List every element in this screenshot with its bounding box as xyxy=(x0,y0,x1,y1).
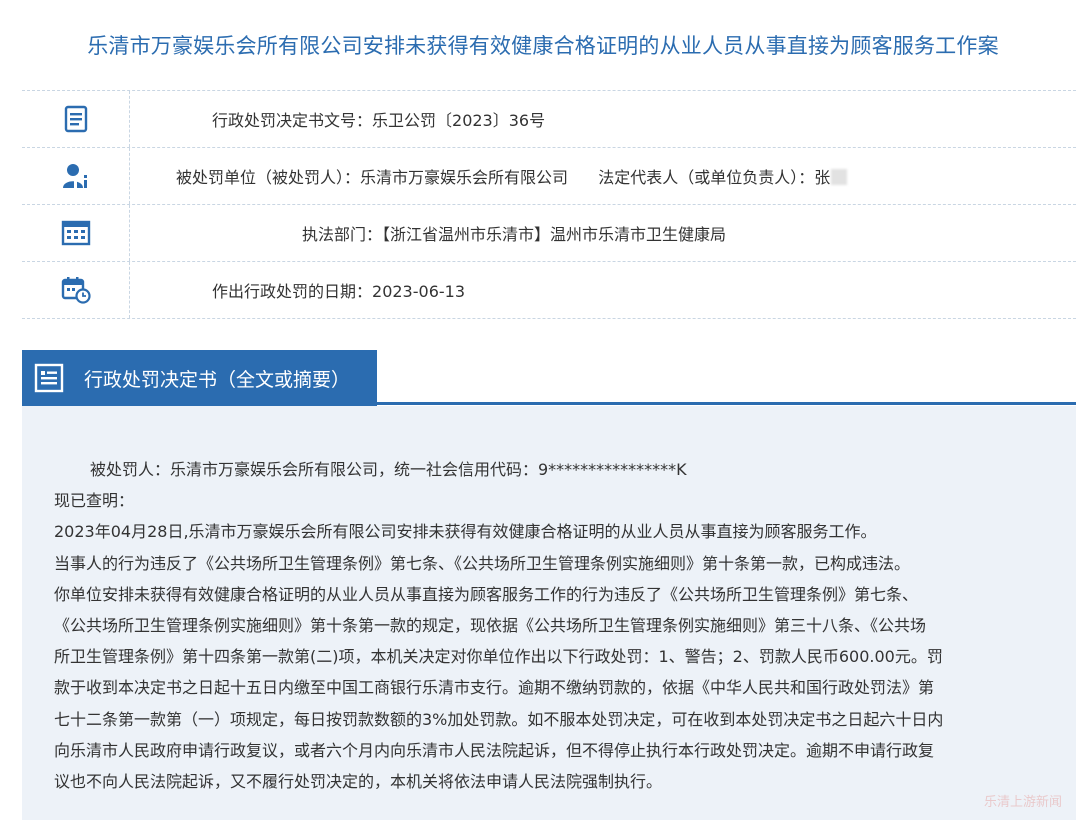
document-icon xyxy=(34,363,78,393)
content-para-line: 向乐清市人民政府申请行政复议，或者六个月内向乐清市人民法院起诉，但不得停止执行本… xyxy=(54,740,935,760)
legal-rep-label: 法定代表人（或单位负责人）： xyxy=(598,168,815,187)
info-row-punished-party: 被处罚单位（被处罚人）：乐清市万豪娱乐会所有限公司 法定代表人（或单位负责人）：… xyxy=(22,148,1076,205)
punished-party-value: 乐清市万豪娱乐会所有限公司 xyxy=(360,168,569,187)
section-tab: 行政处罚决定书（全文或摘要） xyxy=(22,350,377,406)
section-title: 行政处罚决定书（全文或摘要） xyxy=(84,368,351,391)
person-icon xyxy=(22,148,130,204)
content-para-line: 议也不向人民法院起诉，又不履行处罚决定的，本机关将依法申请人民法院强制执行。 xyxy=(54,772,663,792)
doc-number-label: 行政处罚决定书文号： xyxy=(212,111,373,130)
content-para-line: 《公共场所卫生管理条例实施细则》第十条第一款的规定，现依据《公共场所卫生管理条例… xyxy=(54,616,927,636)
info-row-department: 执法部门：【浙江省温州市乐清市】温州市乐清市卫生健康局 xyxy=(22,205,1076,262)
content-para-line: 款于收到本决定书之日起十五日内缴至中国工商银行乐清市支行。逾期不缴纳罚款的，依据… xyxy=(54,678,935,698)
info-row-date: 作出行政处罚的日期：2023-06-13 xyxy=(22,262,1076,319)
legal-rep-value: 张 xyxy=(814,168,831,187)
department-value: 【浙江省温州市乐清市】温州市乐清市卫生健康局 xyxy=(382,225,727,244)
content-para-line: 七十二条第一款第（一）项规定，每日按罚款数额的3%加处罚款。如不服本处罚决定，可… xyxy=(54,709,944,729)
section-header: 行政处罚决定书（全文或摘要） xyxy=(22,350,1076,406)
content-line-fact: 2023年04月28日,乐清市万豪娱乐会所有限公司安排未获得有效健康合格证明的从… xyxy=(54,522,877,542)
date-value: 2023-06-13 xyxy=(372,282,465,301)
content-line-party: 被处罚人：乐清市万豪娱乐会所有限公司，统一社会信用代码：9***********… xyxy=(90,460,687,479)
content-para-line: 所卫生管理条例》第十四条第一款第(二)项，本机关决定对你单位作出以下行政处罚：1… xyxy=(54,647,943,667)
building-icon xyxy=(22,205,130,261)
case-title: 乐清市万豪娱乐会所有限公司安排未获得有效健康合格证明的从业人员从事直接为顾客服务… xyxy=(87,34,999,58)
doc-number-value: 乐卫公罚〔2023〕36号 xyxy=(372,111,546,130)
info-row-doc-number: 行政处罚决定书文号：乐卫公罚〔2023〕36号 xyxy=(22,90,1076,148)
watermark: 乐清上游新闻 xyxy=(983,794,1062,810)
redaction-mark xyxy=(831,169,848,185)
content-para-line: 你单位安排未获得有效健康合格证明的从业人员从事直接为顾客服务工作的行为违反了《公… xyxy=(54,584,919,604)
content-line-found: 现已查明： xyxy=(54,491,135,511)
info-table: 行政处罚决定书文号：乐卫公罚〔2023〕36号 被处罚单位（被处罚人）：乐清市万… xyxy=(22,90,1076,319)
document-list-icon xyxy=(22,91,130,147)
content-line-violation: 当事人的行为违反了《公共场所卫生管理条例》第七条、《公共场所卫生管理条例实施细则… xyxy=(54,553,911,573)
calendar-clock-icon xyxy=(22,262,130,318)
decision-content: 被处罚人：乐清市万豪娱乐会所有限公司，统一社会信用代码：9***********… xyxy=(22,406,1076,820)
punished-party-label: 被处罚单位（被处罚人）： xyxy=(176,168,361,187)
date-label: 作出行政处罚的日期： xyxy=(212,282,373,301)
department-label: 执法部门： xyxy=(302,225,383,244)
